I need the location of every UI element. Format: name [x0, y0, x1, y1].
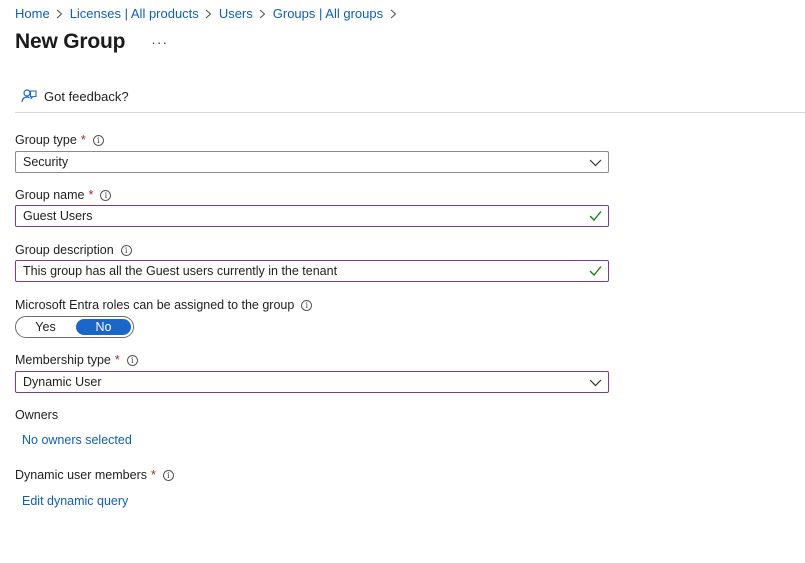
info-icon[interactable]: i — [120, 244, 132, 256]
toggle-no[interactable]: No — [76, 319, 131, 335]
group-type-label: Group type * i — [15, 133, 104, 147]
info-icon[interactable]: i — [162, 469, 174, 481]
group-type-dropdown[interactable]: Security — [15, 151, 609, 173]
group-description-label: Group description i — [15, 243, 132, 257]
feedback-person-icon — [21, 89, 37, 103]
entra-roles-label: Microsoft Entra roles can be assigned to… — [15, 298, 313, 312]
owners-label: Owners — [15, 408, 59, 422]
breadcrumb-licenses[interactable]: Licenses | All products — [70, 6, 199, 21]
info-icon[interactable]: i — [92, 134, 104, 146]
required-marker: * — [80, 133, 86, 147]
command-bar: Got feedback? — [15, 85, 805, 113]
chevron-right-icon — [202, 9, 216, 19]
chevron-right-icon — [386, 9, 400, 19]
checkmark-icon — [589, 211, 602, 221]
chevron-right-icon — [256, 9, 270, 19]
required-marker: * — [114, 353, 120, 367]
breadcrumb-users[interactable]: Users — [219, 6, 253, 21]
group-description-input[interactable]: This group has all the Guest users curre… — [15, 260, 609, 282]
breadcrumb: Home Licenses | All products Users Group… — [15, 6, 403, 21]
owners-link[interactable]: No owners selected — [22, 433, 132, 447]
membership-type-dropdown[interactable]: Dynamic User — [15, 371, 609, 393]
edit-dynamic-query-link[interactable]: Edit dynamic query — [22, 494, 128, 508]
title-row: New Group ··· — [15, 30, 172, 54]
group-name-label: Group name * i — [15, 188, 112, 202]
feedback-button[interactable]: Got feedback? — [21, 88, 129, 104]
breadcrumb-groups[interactable]: Groups | All groups — [273, 6, 383, 21]
info-icon[interactable]: i — [126, 354, 138, 366]
info-icon[interactable]: i — [100, 189, 112, 201]
breadcrumb-home[interactable]: Home — [15, 6, 50, 21]
chevron-down-icon — [589, 379, 602, 387]
dynamic-members-label: Dynamic user members * i — [15, 468, 174, 482]
page-title: New Group — [15, 30, 126, 53]
feedback-label: Got feedback? — [44, 88, 129, 104]
toggle-yes[interactable]: Yes — [18, 319, 73, 335]
required-marker: * — [150, 468, 156, 482]
group-name-input[interactable]: Guest Users — [15, 205, 609, 227]
membership-type-label: Membership type * i — [15, 353, 138, 367]
required-marker: * — [88, 188, 94, 202]
info-icon[interactable]: i — [301, 299, 313, 311]
more-options-button[interactable]: ··· — [147, 34, 172, 50]
entra-roles-toggle[interactable]: Yes No — [15, 316, 134, 338]
checkmark-icon — [589, 266, 602, 276]
chevron-down-icon — [589, 159, 602, 167]
chevron-right-icon — [53, 9, 67, 19]
